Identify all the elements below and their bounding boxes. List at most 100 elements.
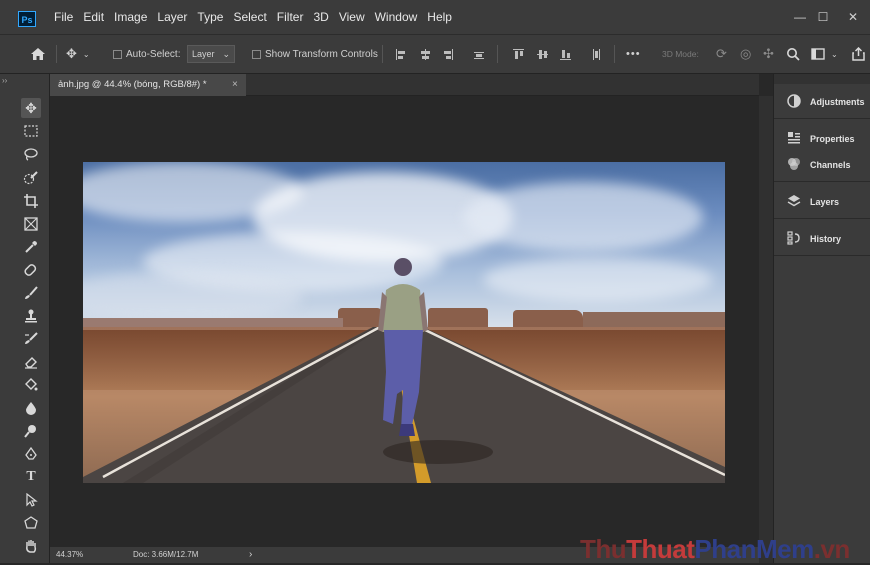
frame-tool-icon[interactable] bbox=[21, 214, 41, 234]
lasso-tool-icon[interactable] bbox=[21, 144, 41, 164]
zoom-level[interactable]: 44.37% bbox=[56, 550, 83, 559]
panel-history-label: History bbox=[810, 234, 842, 244]
move-tool-preset[interactable]: ✥ ⌄ bbox=[66, 35, 90, 73]
show-transform-label: Show Transform Controls bbox=[265, 48, 378, 60]
document-tab-title: ảnh.jpg @ 44.4% (bóng, RGB/8#) * bbox=[58, 79, 207, 90]
hand-tool-icon[interactable] bbox=[21, 536, 41, 556]
clone-stamp-tool-icon[interactable] bbox=[21, 306, 41, 326]
3d-mode-label: 3D Mode: bbox=[662, 49, 699, 59]
align-right-icon[interactable] bbox=[443, 49, 453, 60]
toolbar-collapse-strip[interactable]: ›› bbox=[0, 74, 13, 563]
type-tool-icon[interactable]: T bbox=[21, 467, 41, 487]
panel-adjustments[interactable]: Adjustments bbox=[776, 90, 869, 114]
auto-select-label: Auto-Select: bbox=[126, 48, 181, 60]
watermark-part: PhanMem bbox=[694, 534, 814, 564]
separator bbox=[614, 45, 615, 63]
panel-channels[interactable]: Channels bbox=[776, 153, 869, 177]
roll-3d-icon[interactable]: ◎ bbox=[740, 35, 751, 73]
layers-icon bbox=[786, 194, 802, 210]
align-middle-v-icon[interactable] bbox=[537, 49, 548, 60]
collapse-arrows-icon[interactable]: ›› bbox=[2, 76, 7, 85]
close-window-button[interactable]: ✕ bbox=[842, 10, 864, 24]
menu-file[interactable]: File bbox=[54, 10, 73, 24]
paint-bucket-tool-icon[interactable] bbox=[21, 375, 41, 395]
separator bbox=[56, 45, 57, 63]
more-options-button[interactable]: ••• bbox=[626, 35, 641, 73]
history-icon bbox=[786, 231, 802, 247]
show-transform-toggle[interactable]: Show Transform Controls bbox=[252, 35, 378, 73]
separator bbox=[497, 45, 498, 63]
menu-type[interactable]: Type bbox=[197, 10, 223, 24]
brush-tool-icon[interactable] bbox=[21, 283, 41, 303]
marquee-tool-icon[interactable] bbox=[21, 121, 41, 141]
watermark-part: Thuat bbox=[626, 534, 695, 564]
search-button[interactable] bbox=[786, 35, 800, 73]
menu-items: File Edit Image Layer Type Select Filter… bbox=[54, 0, 462, 34]
eraser-tool-icon[interactable] bbox=[21, 352, 41, 372]
maximize-button[interactable]: ☐ bbox=[812, 10, 834, 24]
workspace-switcher[interactable]: ⌄ bbox=[811, 35, 838, 73]
panel-properties[interactable]: Properties bbox=[776, 127, 869, 151]
share-icon bbox=[852, 47, 865, 61]
document-canvas-image[interactable] bbox=[83, 162, 725, 483]
dodge-tool-icon[interactable] bbox=[21, 421, 41, 441]
panel-properties-label: Properties bbox=[810, 134, 855, 144]
document-tab-bar: ảnh.jpg @ 44.4% (bóng, RGB/8#) * × bbox=[50, 74, 759, 96]
panel-history[interactable]: History bbox=[776, 227, 869, 251]
menu-window[interactable]: Window bbox=[375, 10, 418, 24]
vertical-scrollbar[interactable] bbox=[759, 96, 773, 563]
layer-dropdown-wrap: Layer ⌄ bbox=[187, 35, 236, 73]
document-size-info: Doc: 3.66M/12.7M bbox=[133, 550, 199, 559]
panel-adjustments-label: Adjustments bbox=[810, 97, 865, 107]
history-brush-tool-icon[interactable] bbox=[21, 329, 41, 349]
home-button[interactable] bbox=[30, 35, 46, 73]
watermark: ThuThuatPhanMem.vn bbox=[580, 534, 850, 565]
distribute-icon[interactable] bbox=[474, 49, 484, 60]
document-tab[interactable]: ảnh.jpg @ 44.4% (bóng, RGB/8#) * × bbox=[50, 74, 246, 96]
divider bbox=[774, 255, 870, 256]
shape-tool-icon[interactable] bbox=[21, 513, 41, 533]
align-left-icon[interactable] bbox=[396, 49, 406, 60]
pan-3d-icon[interactable]: ✣ bbox=[763, 35, 774, 73]
distribute-v-icon[interactable] bbox=[591, 49, 601, 60]
menu-help[interactable]: Help bbox=[427, 10, 452, 24]
path-selection-tool-icon[interactable] bbox=[21, 490, 41, 510]
blur-tool-icon[interactable] bbox=[21, 398, 41, 418]
share-button[interactable] bbox=[852, 35, 865, 73]
menu-3d[interactable]: 3D bbox=[313, 10, 328, 24]
panel-layers-label: Layers bbox=[810, 197, 840, 207]
photoshop-logo-icon: Ps bbox=[18, 11, 36, 27]
status-menu-arrow-icon[interactable]: › bbox=[249, 549, 252, 560]
divider bbox=[774, 118, 870, 119]
menu-layer[interactable]: Layer bbox=[157, 10, 187, 24]
orbit-3d-icon[interactable]: ⟳ bbox=[716, 35, 727, 73]
panel-collapse-strip[interactable] bbox=[774, 74, 870, 84]
layer-dropdown[interactable]: Layer ⌄ bbox=[187, 45, 236, 63]
align-center-h-icon[interactable] bbox=[420, 49, 430, 60]
minimize-button[interactable]: — bbox=[789, 10, 811, 24]
show-transform-checkbox[interactable] bbox=[252, 49, 261, 59]
auto-select-checkbox[interactable] bbox=[113, 49, 122, 59]
move-tool-icon[interactable]: ✥ bbox=[21, 98, 41, 118]
menu-image[interactable]: Image bbox=[114, 10, 147, 24]
panel-layers[interactable]: Layers bbox=[776, 190, 869, 214]
options-bar: ✥ ⌄ Auto-Select: Layer ⌄ Show Transform … bbox=[0, 34, 870, 74]
align-top-icon[interactable] bbox=[513, 49, 524, 60]
tools-panel: ✥ T bbox=[13, 74, 50, 563]
watermark-part: .vn bbox=[813, 534, 851, 564]
menu-view[interactable]: View bbox=[339, 10, 365, 24]
layer-dropdown-value: Layer bbox=[192, 49, 215, 59]
healing-brush-tool-icon[interactable] bbox=[21, 260, 41, 280]
align-bottom-icon[interactable] bbox=[560, 49, 571, 60]
adjustments-icon bbox=[786, 94, 802, 110]
quick-selection-tool-icon[interactable] bbox=[21, 168, 41, 188]
menu-select[interactable]: Select bbox=[233, 10, 266, 24]
crop-tool-icon[interactable] bbox=[21, 191, 41, 211]
close-tab-icon[interactable]: × bbox=[232, 74, 238, 96]
menu-edit[interactable]: Edit bbox=[83, 10, 104, 24]
chevron-down-icon: ⌄ bbox=[82, 49, 90, 59]
eyedropper-tool-icon[interactable] bbox=[21, 237, 41, 257]
menu-filter[interactable]: Filter bbox=[277, 10, 304, 24]
pen-tool-icon[interactable] bbox=[21, 444, 41, 464]
auto-select-toggle[interactable]: Auto-Select: bbox=[113, 35, 180, 73]
